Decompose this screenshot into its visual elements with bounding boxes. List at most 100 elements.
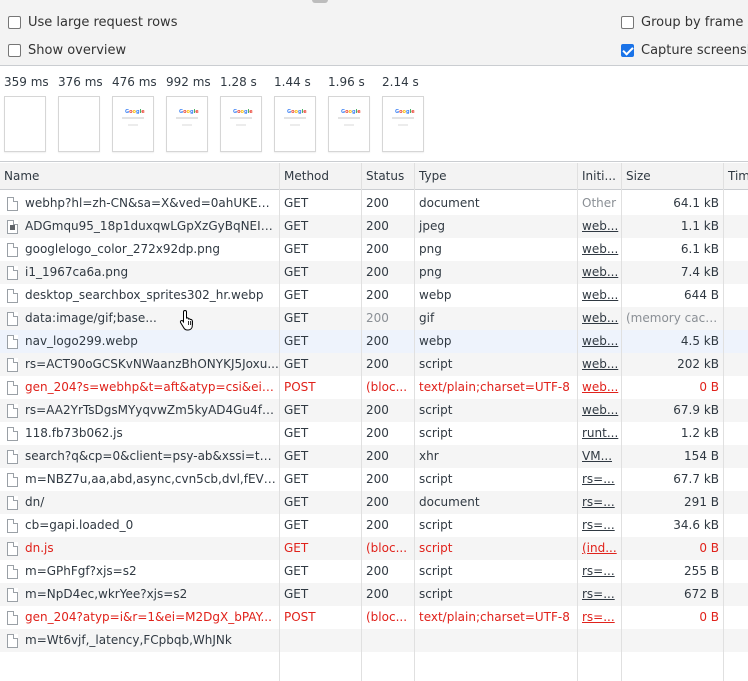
frame-thumbnail[interactable]: [58, 96, 100, 152]
request-size: 291 B: [684, 495, 719, 509]
request-initiator[interactable]: web...: [578, 261, 621, 284]
request-initiator[interactable]: web...: [578, 307, 621, 330]
table-row[interactable]: m=NBZ7u,aa,abd,async,cvn5cb,dvl,fEVMi...…: [0, 468, 748, 491]
table-row[interactable]: dn/GET 200 document rs=... 291 B: [0, 491, 748, 514]
table-row[interactable]: m=Wt6vjf,_latency,FCpbqb,WhJNk: [0, 629, 748, 652]
table-row[interactable]: gen_204?s=webhp&t=aft&atyp=csi&ei=... POS…: [0, 376, 748, 399]
request-name: 118.fb73b062.js: [25, 426, 123, 440]
table-row[interactable]: desktop_searchbox_sprites302_hr.webp GET 2…: [0, 284, 748, 307]
group-by-frame-option[interactable]: Group by frame: [621, 15, 743, 30]
request-initiator[interactable]: rs=...: [578, 606, 621, 629]
request-initiator[interactable]: VM...: [578, 445, 621, 468]
request-type: gif: [419, 311, 435, 325]
request-size: 6.1 kB: [680, 242, 719, 256]
request-type: [415, 629, 578, 652]
buttons-placeholder: [344, 124, 354, 126]
request-method: GET: [284, 334, 309, 348]
request-initiator[interactable]: runt...: [578, 422, 621, 445]
frame-thumbnail[interactable]: Google: [274, 96, 316, 152]
header-status[interactable]: Status: [362, 163, 415, 190]
request-status: 200: [366, 265, 389, 279]
show-overview-checkbox[interactable]: [8, 44, 21, 57]
table-row[interactable]: rs=AA2YrTsDgsMYyqvwZm5kyAD4Gu4fv... GET 20…: [0, 399, 748, 422]
request-initiator[interactable]: rs=...: [578, 491, 621, 514]
request-initiator[interactable]: rs=...: [578, 560, 621, 583]
frame-timestamp: 992 ms: [166, 75, 211, 89]
column-divider[interactable]: [361, 163, 362, 681]
table-row[interactable]: m=NpD4ec,wkrYee?xjs=s2 GET 200 script rs=...…: [0, 583, 748, 606]
request-initiator[interactable]: web...: [578, 353, 621, 376]
request-status: 200: [366, 426, 389, 440]
request-status: (bloc...: [366, 380, 408, 394]
table-row[interactable]: googlelogo_color_272x92dp.png GET 200 png we…: [0, 238, 748, 261]
request-method: GET: [284, 357, 309, 371]
table-row[interactable]: gen_204?atyp=i&r=1&ei=M2DgX_bPAY... POST (…: [0, 606, 748, 629]
request-initiator[interactable]: (ind...: [578, 537, 621, 560]
header-type[interactable]: Type: [415, 163, 578, 190]
search-box: [176, 117, 198, 119]
frame-thumbnail[interactable]: Google: [382, 96, 424, 152]
request-method: [280, 629, 361, 652]
request-size: 1.1 kB: [680, 219, 719, 233]
frame-thumbnail[interactable]: Google: [328, 96, 370, 152]
table-row[interactable]: cb=gapi.loaded_0 GET 200 script rs=... 34.6 k…: [0, 514, 748, 537]
frame-thumbnail[interactable]: [4, 96, 46, 152]
header-initiator[interactable]: Initi...: [578, 163, 621, 190]
header-name[interactable]: Name: [0, 163, 279, 190]
request-type: png: [419, 242, 442, 256]
header-method[interactable]: Method: [280, 163, 361, 190]
request-name: webhp?hl=zh-CN&sa=X&ved=0ahUKEwi...: [25, 196, 279, 210]
large-rows-checkbox[interactable]: [8, 16, 21, 29]
column-divider[interactable]: [414, 163, 415, 681]
capture-screenshots-checkbox[interactable]: [621, 44, 634, 57]
table-row[interactable]: m=GPhFgf?xjs=s2 GET 200 script rs=... 255 B: [0, 560, 748, 583]
table-row[interactable]: search?q&cp=0&client=psy-ab&xssi=t&... GE…: [0, 445, 748, 468]
request-size: 0 B: [699, 610, 719, 624]
frame-thumbnail[interactable]: Google: [166, 96, 208, 152]
scroll-thumb[interactable]: [312, 0, 328, 3]
large-rows-option[interactable]: Use large request rows: [8, 15, 177, 30]
header-time[interactable]: Tim: [724, 163, 748, 190]
request-initiator[interactable]: web...: [578, 238, 621, 261]
request-initiator[interactable]: web...: [578, 330, 621, 353]
request-initiator[interactable]: web...: [578, 399, 621, 422]
frame-thumbnail[interactable]: Google: [220, 96, 262, 152]
request-method: GET: [284, 219, 309, 233]
show-overview-option[interactable]: Show overview: [8, 43, 126, 58]
request-name: nav_logo299.webp: [25, 334, 138, 348]
request-status: 200: [366, 334, 389, 348]
header-size[interactable]: Size: [622, 163, 723, 190]
column-divider[interactable]: [621, 163, 622, 681]
request-initiator[interactable]: web...: [578, 376, 621, 399]
request-initiator[interactable]: web...: [578, 215, 621, 238]
request-name: rs=ACT90oGCSKvNWaanzBhONYKJ5Joxu...: [25, 357, 279, 371]
request-type: text/plain;charset=UTF-8: [419, 380, 570, 394]
request-initiator[interactable]: rs=...: [578, 514, 621, 537]
table-row[interactable]: nav_logo299.webp GET 200 webp web... 4.5 kB: [0, 330, 748, 353]
request-name: data:image/gif;base...: [25, 311, 157, 325]
table-row[interactable]: i1_1967ca6a.png GET 200 png web... 7.4 kB: [0, 261, 748, 284]
logo-letter: e: [303, 109, 307, 115]
table-row[interactable]: rs=ACT90oGCSKvNWaanzBhONYKJ5Joxu... GET 20…: [0, 353, 748, 376]
request-type: script: [419, 587, 453, 601]
column-divider[interactable]: [279, 163, 280, 681]
column-divider[interactable]: [577, 163, 578, 681]
request-name: m=NpD4ec,wkrYee?xjs=s2: [25, 587, 188, 601]
table-row[interactable]: 118.fb73b062.js GET 200 script runt... 1.2 kB: [0, 422, 748, 445]
capture-screenshots-option[interactable]: Capture screenshots: [621, 43, 748, 58]
table-row[interactable]: data:image/gif;base... GET 200 gif web... (me…: [0, 307, 748, 330]
column-divider[interactable]: [723, 163, 724, 681]
request-status: 200: [366, 196, 389, 210]
large-rows-label: Use large request rows: [28, 15, 178, 30]
request-initiator[interactable]: web...: [578, 284, 621, 307]
table-row[interactable]: ADGmqu95_18p1duxqwLGpXzGyBqNEIh... GET 200…: [0, 215, 748, 238]
request-size: 202 kB: [677, 357, 719, 371]
request-size: 67.9 kB: [673, 403, 719, 417]
table-row[interactable]: webhp?hl=zh-CN&sa=X&ved=0ahUKEwi... GET 20…: [0, 192, 748, 215]
request-method: GET: [284, 449, 309, 463]
group-by-frame-checkbox[interactable]: [621, 16, 634, 29]
request-initiator[interactable]: rs=...: [578, 468, 621, 491]
frame-thumbnail[interactable]: Google: [112, 96, 154, 152]
table-row[interactable]: dn.js GET (bloc... script (ind... 0 B: [0, 537, 748, 560]
request-initiator[interactable]: rs=...: [578, 583, 621, 606]
